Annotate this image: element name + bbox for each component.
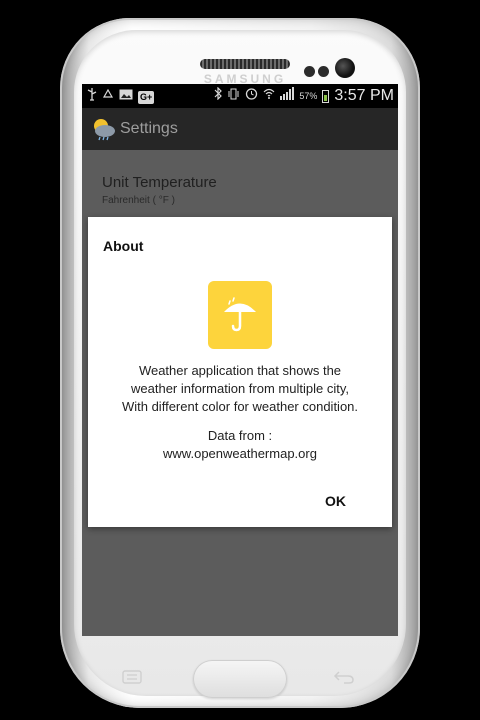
- ok-button[interactable]: OK: [325, 493, 346, 509]
- usb-icon: [87, 88, 97, 106]
- preference-title: Unit Temperature: [102, 174, 217, 191]
- google-plus-icon: G+: [138, 90, 155, 104]
- action-bar: Settings: [82, 108, 398, 150]
- weather-app-icon[interactable]: [91, 116, 117, 142]
- dialog-description-line: With different color for weather conditi…: [121, 399, 359, 414]
- recycle-icon: [102, 88, 114, 106]
- home-button[interactable]: [193, 660, 287, 698]
- wifi-icon: [263, 87, 275, 105]
- preference-summary: Fahrenheit ( °F ): [102, 195, 175, 206]
- screen: G+ 57% 3:57 PM Settings Unit Temperature…: [82, 84, 398, 636]
- status-bar: G+ 57% 3:57 PM: [82, 84, 398, 108]
- back-key-icon[interactable]: [332, 668, 356, 689]
- menu-key-icon[interactable]: [120, 668, 144, 689]
- status-clock: 3:57 PM: [334, 87, 394, 104]
- page-title: Settings: [120, 120, 178, 137]
- data-from-url: www.openweathermap.org: [163, 446, 317, 461]
- front-camera: [335, 58, 355, 78]
- light-sensor: [318, 66, 329, 77]
- dialog-message: Weather application that shows the weath…: [88, 362, 392, 463]
- battery-percent: 57%: [299, 91, 318, 101]
- vibrate-icon: [227, 88, 240, 105]
- dialog-description-line: Weather application that shows the: [138, 363, 342, 378]
- battery-icon: [322, 89, 330, 103]
- alarm-icon: [245, 87, 258, 105]
- data-from-label: Data from :: [207, 428, 273, 443]
- bluetooth-icon: [214, 86, 223, 105]
- proximity-sensor: [304, 66, 315, 77]
- preference-unit-temperature[interactable]: Unit Temperature Fahrenheit ( °F ): [82, 150, 398, 212]
- dialog-title: About: [103, 238, 144, 254]
- about-dialog: About Weather application that shows the…: [88, 217, 392, 527]
- earpiece-speaker: [200, 59, 290, 69]
- image-icon: [119, 89, 133, 105]
- umbrella-icon: [208, 281, 272, 349]
- dialog-description-line: weather information from multiple city,: [131, 381, 349, 396]
- signal-icon: [280, 87, 295, 105]
